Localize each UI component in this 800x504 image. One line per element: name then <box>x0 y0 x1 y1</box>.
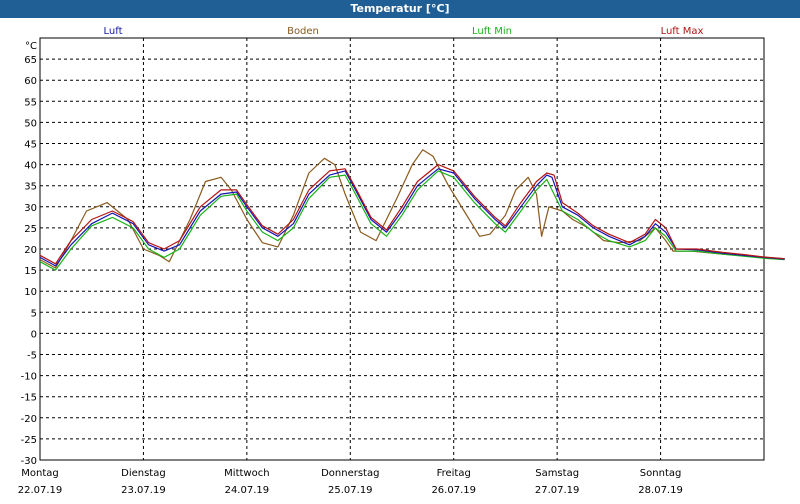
x-tick-weekday: Samstag <box>535 468 579 479</box>
y-tick-label: 45 <box>24 140 37 151</box>
x-tick-weekday: Sonntag <box>640 468 682 479</box>
chart-window: Temperatur [°C] Luft Boden Luft Min Luft Ma… <box>0 0 800 500</box>
temperature-chart: Luft Boden Luft Min Luft Max 65605550454035… <box>18 26 785 496</box>
x-tick-weekday: Mittwoch <box>224 468 269 479</box>
y-axis-unit-label: °C <box>25 41 37 52</box>
y-tick-label: 0 <box>31 329 37 340</box>
y-tick-label: 20 <box>24 245 37 256</box>
y-tick-label: 5 <box>31 308 37 319</box>
y-tick-label: -25 <box>21 435 37 446</box>
y-axis: 65605550454035302520151050-5-10-15-20-25… <box>21 41 37 467</box>
y-tick-label: 55 <box>24 97 37 108</box>
x-tick-date: 22.07.19 <box>18 485 63 496</box>
y-tick-label: 65 <box>24 55 37 66</box>
legend-entry-luft-min: Luft Min <box>472 26 512 37</box>
y-tick-label: 35 <box>24 182 37 193</box>
x-tick-date: 25.07.19 <box>328 485 373 496</box>
y-tick-label: 40 <box>24 161 37 172</box>
plot-area: Luft Boden Luft Min Luft Max 65 60 55 50 45 40 35… <box>0 18 800 500</box>
legend-entry-luft-max: Luft Max <box>661 26 704 37</box>
legend-entry-boden: Boden <box>287 26 319 37</box>
x-tick-date: 24.07.19 <box>225 485 270 496</box>
x-tick-weekday: Montag <box>21 468 58 479</box>
y-tick-label: -5 <box>27 351 37 362</box>
y-tick-label: -15 <box>21 393 37 404</box>
x-tick-date: 27.07.19 <box>535 485 580 496</box>
y-tick-label: 50 <box>24 118 37 129</box>
x-tick-weekday: Donnerstag <box>321 468 379 479</box>
x-tick-date: 23.07.19 <box>121 485 166 496</box>
legend-entry-luft: Luft <box>104 26 123 37</box>
chart-lines <box>39 149 785 271</box>
window-title: Temperatur [°C] <box>0 0 800 18</box>
y-tick-label: 30 <box>24 203 37 214</box>
y-tick-label: 60 <box>24 76 37 87</box>
y-tick-label: -20 <box>21 414 37 425</box>
y-tick-label: 10 <box>24 287 37 298</box>
y-tick-label: -30 <box>21 456 37 467</box>
chart-legend: Luft Boden Luft Min Luft Max <box>104 26 704 37</box>
x-tick-weekday: Freitag <box>437 468 471 479</box>
x-axis: Montag 22.07.19 Dienstag 23.07.19 Mittwoch 24… <box>18 468 683 496</box>
y-tick-label: 15 <box>24 266 37 277</box>
y-tick-label: 25 <box>24 224 37 235</box>
x-tick-weekday: Dienstag <box>121 468 166 479</box>
x-tick-date: 26.07.19 <box>431 485 476 496</box>
y-tick-label: -10 <box>21 372 37 383</box>
x-tick-date: 28.07.19 <box>638 485 683 496</box>
